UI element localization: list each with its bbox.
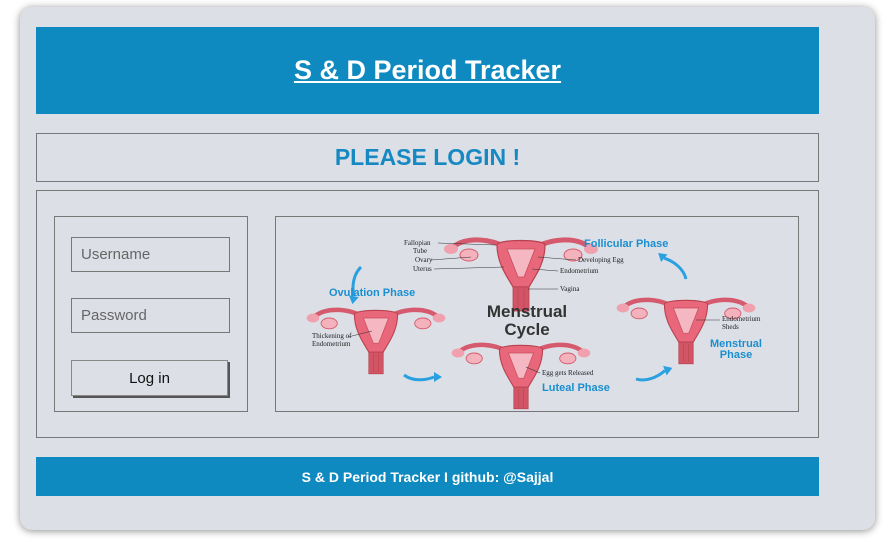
password-input[interactable] — [71, 298, 230, 333]
login-form: Log in — [54, 216, 248, 412]
label-ovary: Ovary — [415, 256, 433, 264]
menstrual-cycle-diagram: Menstrual Cycle Follicular Phase Ovulati… — [276, 217, 798, 411]
label-endometrium-sheds-1: Endometrium — [722, 315, 761, 323]
menstrual-cycle-image: Menstrual Cycle Follicular Phase Ovulati… — [275, 216, 799, 412]
menstrual-phase-label-line2: Phase — [720, 349, 752, 361]
label-endometrium: Endometrium — [560, 267, 599, 275]
label-tube: Tube — [413, 247, 427, 255]
label-thickening: Thickening of — [312, 332, 352, 340]
follicular-phase-label: Follicular Phase — [584, 238, 668, 250]
main-panel: Log in — [36, 190, 819, 438]
label-developing-egg: Developing Egg — [578, 256, 624, 264]
username-input[interactable] — [71, 237, 230, 272]
diagram-title-line2: Cycle — [504, 320, 549, 339]
luteal-phase-label: Luteal Phase — [542, 382, 610, 394]
ovulation-phase-label: Ovulation Phase — [329, 287, 415, 299]
footer-text: S & D Period Tracker I github: @Sajjal — [301, 468, 554, 485]
label-fallopian: Fallopian — [404, 239, 431, 247]
app-header: S & D Period Tracker — [36, 27, 819, 114]
label-endometrium-2: Endometrium — [312, 340, 351, 348]
diagram-title-line1: Menstrual — [487, 302, 567, 321]
label-vagina: Vagina — [560, 285, 580, 293]
login-heading: PLEASE LOGIN ! — [334, 144, 521, 170]
app-title[interactable]: S & D Period Tracker — [294, 55, 561, 86]
label-egg-released: Egg gets Released — [542, 369, 594, 377]
login-button[interactable]: Log in — [71, 360, 228, 396]
login-banner: PLEASE LOGIN ! — [36, 133, 819, 182]
label-endometrium-sheds-2: Sheds — [722, 323, 739, 331]
label-uterus: Uterus — [413, 265, 432, 273]
app-footer: S & D Period Tracker I github: @Sajjal — [36, 457, 819, 496]
